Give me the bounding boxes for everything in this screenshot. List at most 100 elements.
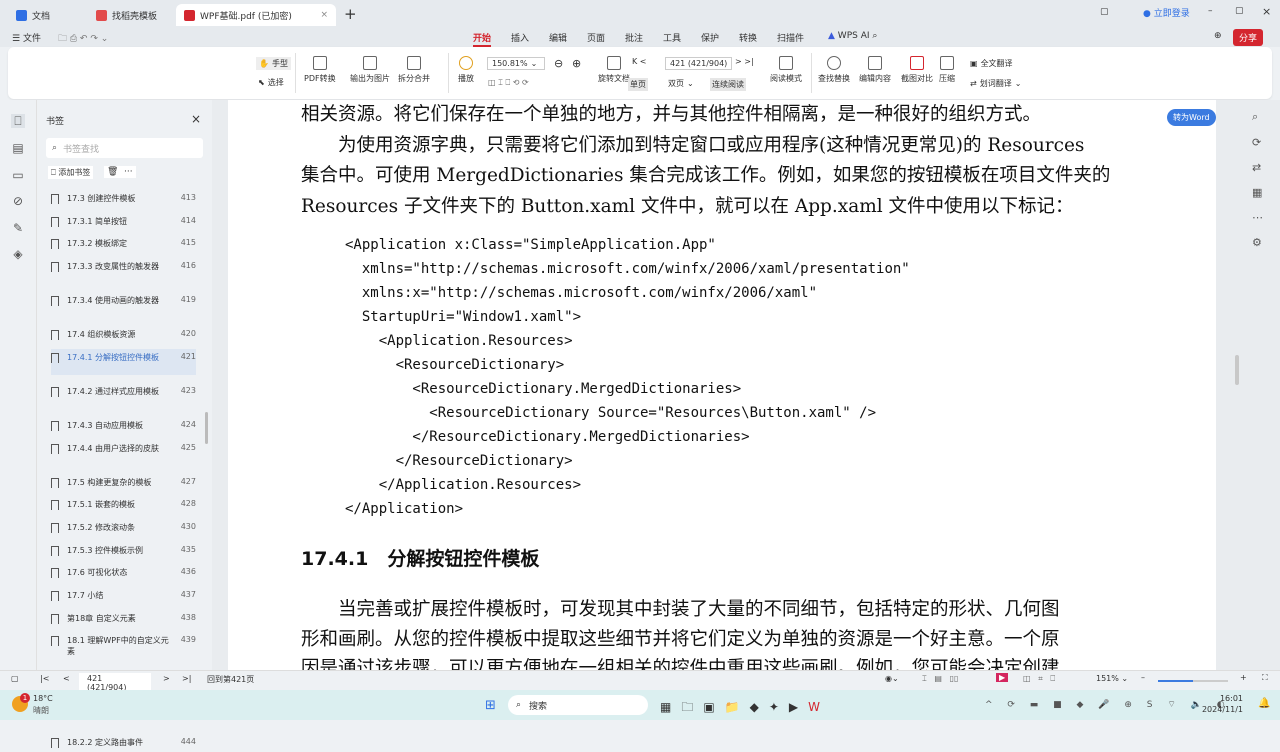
quick-access-toolbar[interactable]: 🗀 ⎙ ↶ ↷ ⌄ [58, 31, 108, 47]
single-page-button[interactable]: 单页 [628, 78, 648, 91]
search-icon[interactable]: ⌕ [1252, 110, 1263, 124]
bookmark-item[interactable]: 17.3.1 简单按钮 414 [51, 213, 196, 231]
compress-button[interactable]: 压缩 [939, 56, 955, 84]
bookmark-item[interactable]: 17.3.2 模板绑定 415 [51, 235, 196, 253]
compare-button[interactable]: 截图对比 [901, 56, 933, 84]
zoom-in-icon[interactable]: ⊕ [572, 57, 581, 70]
eye-icon[interactable]: ◉⌄ [885, 674, 899, 683]
zoom-in-button[interactable]: + [1240, 673, 1247, 682]
edit-content-button[interactable]: 编辑内容 [859, 56, 891, 84]
notification-bell-icon[interactable]: 🔔 [1258, 698, 1270, 709]
minimize-button[interactable]: – [1208, 6, 1213, 16]
bookmark-item[interactable]: 17.5 构建更复杂的模板 427 [51, 474, 196, 492]
zoom-level[interactable]: 151% ⌄ [1096, 674, 1128, 683]
menu-insert[interactable]: 插入 [511, 31, 529, 44]
upload-icon[interactable]: ⊕ [1214, 31, 1222, 41]
rotate-icon[interactable]: ⟳ [1252, 136, 1263, 149]
fit-buttons[interactable]: ◫ ⌗ ⎕ [1023, 674, 1055, 684]
document-scrollbar[interactable] [1235, 355, 1239, 385]
first-page-button[interactable]: K < [632, 57, 647, 66]
select-tool-button[interactable]: ⬉ 选择 [258, 77, 284, 88]
prev-page-button[interactable]: < [63, 674, 70, 683]
delete-bookmark-button[interactable]: 🗑 [104, 166, 122, 178]
convert-to-word-button[interactable]: 转为Word [1167, 109, 1216, 126]
tab-templates[interactable]: 找稻壳模板 [88, 4, 173, 26]
bookmark-item[interactable]: 18.1 理解WPF中的自定义元素 439 [51, 632, 196, 658]
bookmark-item[interactable]: 17.5.2 修改滚动条 430 [51, 519, 196, 537]
zoom-out-button[interactable]: – [1141, 673, 1145, 682]
more-button[interactable]: ··· [121, 166, 136, 178]
menu-edit[interactable]: 编辑 [549, 31, 567, 44]
word-translate-button[interactable]: ⇄ 划词翻译 ⌄ [970, 78, 1021, 89]
menu-protect[interactable]: 保护 [701, 31, 719, 44]
bookmark-item[interactable]: 17.4.2 通过样式应用模板 423 [51, 383, 196, 409]
rotate-document-button[interactable]: 旋转文档 [598, 56, 630, 84]
signature-icon[interactable]: ✎ [11, 221, 25, 235]
zoom-out-icon[interactable]: ⊖ [554, 57, 563, 70]
new-tab-button[interactable]: + [344, 5, 357, 23]
bookmark-item[interactable]: 第18章 自定义元素 438 [51, 610, 196, 628]
menu-convert[interactable]: 转换 [739, 31, 757, 44]
window-icon[interactable]: ▢ [1100, 7, 1109, 17]
maximize-button[interactable]: ▢ [1235, 6, 1244, 16]
menu-page[interactable]: 页面 [587, 31, 605, 44]
split-merge-button[interactable]: 拆分合并 [398, 56, 430, 84]
full-translate-button[interactable]: ▣ 全文翻译 [970, 58, 1013, 69]
hand-tool-button[interactable]: ✋ 手型 [256, 57, 291, 70]
bookmark-item[interactable]: 17.4.1 分解按钮控件模板 421 [51, 348, 196, 375]
view-mode-buttons[interactable]: ⌶ ▤ ▯▯ [922, 674, 958, 684]
bookmark-item[interactable]: 17.4 组织模板资源 420 [51, 326, 196, 344]
bookmark-icon[interactable]: ⎕ [11, 114, 25, 128]
bookmark-item[interactable]: 17.3.4 使用动画的触发器 419 [51, 292, 196, 318]
read-mode-button[interactable]: 阅读模式 [770, 56, 802, 84]
menu-tools[interactable]: 工具 [663, 31, 681, 44]
export-image-button[interactable]: 输出为图片 [350, 56, 390, 84]
settings-icon[interactable]: ⚙ [1252, 236, 1263, 249]
attachment-icon[interactable]: ⊘ [11, 194, 25, 208]
bookmark-item[interactable]: 17.5.1 嵌套的模板 428 [51, 496, 196, 514]
next-page-button[interactable]: > [163, 674, 170, 683]
bookmark-item[interactable]: 17.7 小结 437 [51, 587, 196, 605]
add-bookmark-button[interactable]: ⎕ 添加书签 [48, 166, 94, 179]
find-replace-button[interactable]: 查找替换 [818, 56, 850, 84]
back-to-page-link[interactable]: 回到第421页 [207, 674, 254, 685]
zoom-select[interactable]: 150.81% ⌄ [487, 57, 545, 70]
first-page-button[interactable]: |< [40, 674, 49, 683]
comment-icon[interactable]: ▭ [11, 168, 25, 182]
wps-ai-button[interactable]: ▲ WPS AI ⌕ [828, 31, 877, 41]
continuous-read-button[interactable]: 连续阅读 [710, 78, 746, 91]
translate-icon[interactable]: ⇄ [1252, 161, 1263, 174]
share-button[interactable]: 分享 [1233, 29, 1264, 46]
taskbar-search[interactable]: ⌕ 搜索 [508, 695, 648, 715]
login-link[interactable]: ● 立即登录 [1143, 6, 1190, 19]
play-button[interactable]: 播放 [458, 56, 474, 84]
double-page-button[interactable]: 双页 ⌄ [668, 78, 694, 89]
fullscreen-icon[interactable]: ⛶ [1262, 673, 1268, 683]
taskbar-apps[interactable]: ▦🗀▣📁◆✦▶W [660, 698, 830, 719]
page-number-input[interactable]: 421 (421/904) [665, 57, 733, 70]
bookmark-search-input[interactable]: ⌕ 书签查找 [46, 138, 203, 158]
fit-buttons[interactable]: ◫ ⌶ ⎕ ⟲ ⟳ [488, 78, 529, 88]
pdf-convert-button[interactable]: PDF转换 [304, 56, 336, 84]
menu-annotate[interactable]: 批注 [625, 31, 643, 44]
more-icon[interactable]: ⋯ [1252, 211, 1263, 224]
close-icon[interactable]: × [320, 10, 328, 20]
bookmark-item[interactable]: 17.6 可视化状态 436 [51, 564, 196, 582]
file-menu[interactable]: ☰ 文件 [12, 31, 41, 44]
last-page-button[interactable]: >| [182, 674, 191, 683]
bookmark-item[interactable]: 18.2.2 定义路由事件 444 [51, 734, 196, 752]
bookmark-item[interactable]: 17.5.3 控件模板示例 435 [51, 542, 196, 560]
windows-start-icon[interactable]: ⊞ [485, 698, 496, 713]
tab-documents[interactable]: 文档 [8, 4, 83, 26]
bookmark-item[interactable]: 17.4.3 自动应用模板 424 [51, 417, 196, 435]
grid-icon[interactable]: ▦ [1252, 186, 1263, 199]
close-panel-button[interactable]: × [191, 112, 201, 126]
bookmark-item[interactable]: 17.3.3 改变属性的触发器 416 [51, 258, 196, 284]
menu-scan[interactable]: 扫描件 [777, 31, 804, 44]
sidebar-toggle-icon[interactable]: ▢ [11, 674, 19, 683]
tab-wpf-pdf[interactable]: WPF基础.pdf (已加密) × [176, 4, 336, 26]
zoom-slider[interactable] [1158, 680, 1228, 682]
scrollbar-thumb[interactable] [205, 412, 208, 444]
close-window-button[interactable]: × [1262, 5, 1271, 18]
next-page-button[interactable]: > >| [735, 57, 754, 66]
